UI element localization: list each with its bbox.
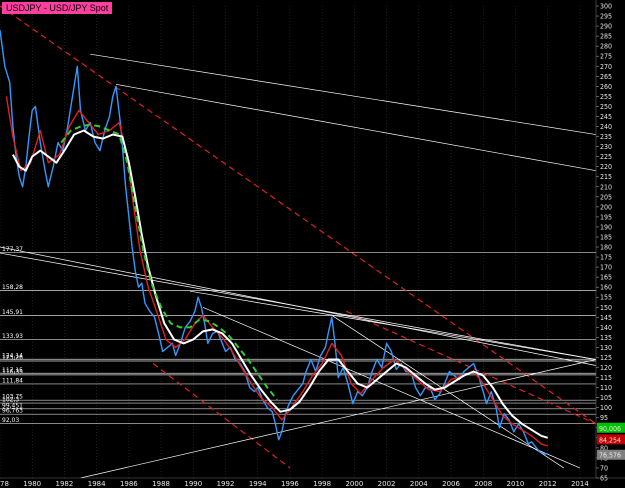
y-tick-label: 230: [600, 143, 612, 151]
y-tick-label: 180: [600, 244, 612, 252]
x-tick-label: 1984: [88, 480, 106, 488]
y-tick-label: 135: [600, 334, 612, 342]
vertical-gridlines: [0, 6, 581, 478]
price-label: 84,254: [599, 436, 621, 444]
y-tick-label: 200: [600, 203, 612, 211]
y-tick-label: 195: [600, 213, 612, 221]
series-line: [5, 96, 548, 447]
x-tick-label: 1982: [56, 480, 74, 488]
y-tick-label: 160: [600, 284, 612, 292]
y-tick-label: 130: [600, 344, 612, 352]
x-tick-label: 2014: [571, 480, 589, 488]
price-chart[interactable]: 177,37158,28145,91133,93124,14123,26117,…: [0, 0, 625, 488]
y-tick-label: 250: [600, 103, 612, 111]
x-tick-label: 1992: [217, 480, 235, 488]
x-tick-label: 2000: [345, 480, 363, 488]
y-tick-label: 255: [600, 93, 612, 101]
y-tick-label: 225: [600, 153, 612, 161]
y-tick-label: 185: [600, 233, 612, 241]
chart-frame: 177,37158,28145,91133,93124,14123,26117,…: [0, 0, 625, 488]
x-tick-label: 1988: [152, 480, 170, 488]
price-series: [0, 30, 548, 455]
chart-title: USDJPY - USD/JPY Spot: [2, 2, 113, 14]
y-tick-label: 170: [600, 264, 612, 272]
y-tick-label: 215: [600, 173, 612, 181]
y-tick-label: 150: [600, 304, 612, 312]
level-label: 111,84: [2, 377, 23, 384]
trendline: [152, 363, 291, 469]
x-tick-label: 1994: [249, 480, 267, 488]
y-tick-label: 260: [600, 83, 612, 91]
level-label: 116,35: [2, 368, 23, 375]
y-tick-label: 165: [600, 274, 612, 282]
x-tick-label: 2004: [410, 480, 428, 488]
trendline: [190, 290, 596, 360]
x-tick-label: 1998: [313, 480, 331, 488]
y-tick-label: 145: [600, 314, 612, 322]
trendline: [0, 252, 596, 360]
y-tick-label: 115: [600, 374, 612, 382]
x-tick-label: 2008: [474, 480, 492, 488]
y-tick-label: 125: [600, 354, 612, 362]
y-tick-label: 65: [600, 475, 608, 483]
x-tick-label: 1986: [120, 480, 138, 488]
x-axis: 1978 1980 1982 1984 1986 1988 1990 1992 1994 1996…: [0, 480, 589, 488]
y-tick-label: 295: [600, 13, 612, 21]
x-tick-label: 2012: [539, 480, 557, 488]
y-tick-label: 105: [600, 394, 612, 402]
y-tick-label: 140: [600, 324, 612, 332]
y-tick-label: 245: [600, 113, 612, 121]
x-tick-label: 1980: [23, 480, 41, 488]
price-label: 90,006: [599, 425, 621, 433]
price-label: 76,576: [599, 452, 621, 460]
x-tick-label: 1978: [0, 480, 9, 488]
y-tick-label: 155: [600, 294, 612, 302]
y-tick-label: 270: [600, 63, 612, 71]
y-tick-label: 300: [600, 3, 612, 11]
y-tick-label: 120: [600, 364, 612, 372]
y-tick-label: 70: [600, 464, 608, 472]
level-label: 96,763: [2, 408, 23, 415]
level-label: 123,26: [2, 354, 23, 361]
y-tick-label: 290: [600, 23, 612, 31]
y-tick-label: 100: [600, 404, 612, 412]
y-tick-label: 210: [600, 183, 612, 191]
y-tick-label: 95: [600, 414, 608, 422]
y-tick-label: 285: [600, 33, 612, 41]
trendline: [115, 83, 596, 172]
series-line: [60, 123, 278, 401]
level-label: 145,91: [2, 309, 23, 316]
y-tick-label: 110: [600, 384, 612, 392]
y-tick-label: 280: [600, 43, 612, 51]
y-tick-label: 190: [600, 223, 612, 231]
x-tick-label: 1990: [184, 480, 202, 488]
right-price-labels: 90,006 84,254 76,576: [597, 422, 625, 460]
y-tick-label: 235: [600, 133, 612, 141]
series-line: [12, 129, 548, 439]
series-line: [0, 30, 548, 455]
y-tick-label: 205: [600, 193, 612, 201]
level-label: 158,28: [2, 284, 23, 291]
x-tick-label: 1996: [281, 480, 299, 488]
level-label: 133,93: [2, 333, 23, 340]
y-tick-label: 265: [600, 73, 612, 81]
y-tick-label: 240: [600, 123, 612, 131]
x-tick-label: 2006: [442, 480, 460, 488]
level-label: 92,03: [2, 417, 19, 424]
y-tick-label: 275: [600, 53, 612, 61]
x-tick-label: 2010: [507, 480, 525, 488]
x-tick-label: 2002: [378, 480, 396, 488]
y-tick-label: 175: [600, 254, 612, 262]
trendline: [331, 315, 564, 469]
y-tick-label: 220: [600, 163, 612, 171]
